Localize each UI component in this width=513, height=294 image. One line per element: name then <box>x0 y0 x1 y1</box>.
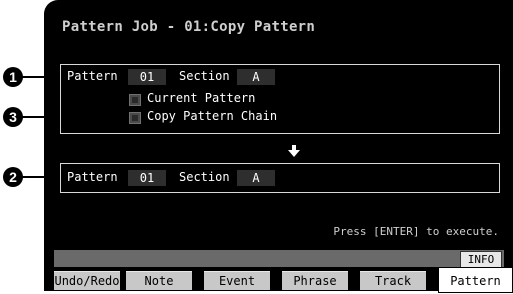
tab-phrase[interactable]: Phrase <box>282 271 348 290</box>
destination-pattern-field[interactable]: 01 <box>128 170 166 186</box>
copy-pattern-chain-checkbox[interactable] <box>129 112 141 124</box>
tab-track[interactable]: Track <box>360 271 426 290</box>
arrow-down-icon <box>288 145 300 157</box>
current-pattern-label: Current Pattern <box>147 91 256 105</box>
callout-1: 1 <box>3 67 23 87</box>
current-pattern-checkbox[interactable] <box>129 94 141 106</box>
destination-section-label: Section <box>179 170 230 184</box>
page-title: Pattern Job - 01:Copy Pattern <box>62 19 316 35</box>
callout-2: 2 <box>3 167 23 187</box>
tab-bar: Undo/Redo Note Event Phrase Track Patter… <box>54 267 513 293</box>
destination-pattern-label: Pattern <box>67 170 118 184</box>
destination-panel: Pattern 01 Section A <box>60 163 500 193</box>
info-button[interactable]: INFO <box>460 251 502 268</box>
tab-event[interactable]: Event <box>204 271 270 290</box>
tab-note[interactable]: Note <box>126 271 192 290</box>
tab-undo-redo[interactable]: Undo/Redo <box>54 271 120 290</box>
source-section-label: Section <box>179 69 230 83</box>
status-text: Press [ENTER] to execute. <box>333 225 499 238</box>
source-pattern-label: Pattern <box>67 69 118 83</box>
lcd-screen: Pattern Job - 01:Copy Pattern Pattern 01… <box>44 0 513 293</box>
callout-3: 3 <box>3 107 23 127</box>
info-bar: INFO <box>54 250 504 268</box>
copy-pattern-chain-label: Copy Pattern Chain <box>147 109 278 123</box>
tab-pattern[interactable]: Pattern <box>438 267 513 293</box>
destination-section-field[interactable]: A <box>237 170 275 186</box>
source-pattern-field[interactable]: 01 <box>128 69 166 85</box>
source-section-field[interactable]: A <box>237 69 275 85</box>
source-panel: Pattern 01 Section A Current Pattern Cop… <box>60 64 500 134</box>
